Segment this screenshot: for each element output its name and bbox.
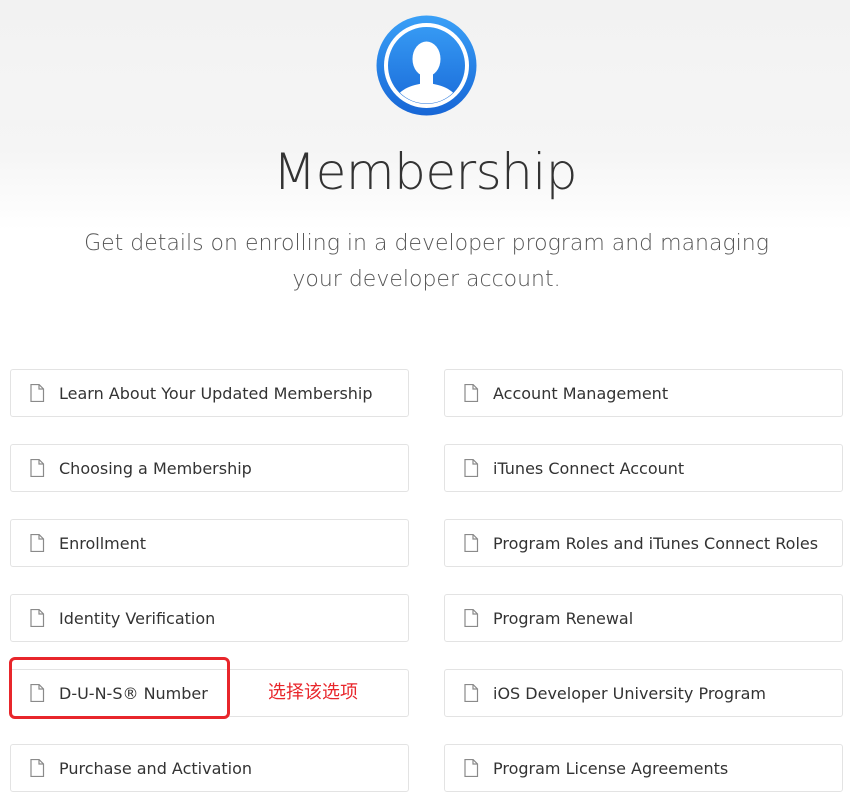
document-icon: [464, 534, 479, 552]
document-icon: [464, 684, 479, 702]
card-ios-developer-university[interactable]: iOS Developer University Program: [444, 669, 843, 717]
card-purchase-activation[interactable]: Purchase and Activation: [10, 744, 409, 792]
card-program-renewal[interactable]: Program Renewal: [444, 594, 843, 642]
card-choosing-membership[interactable]: Choosing a Membership: [10, 444, 409, 492]
card-label: iTunes Connect Account: [493, 458, 685, 478]
document-icon: [30, 609, 45, 627]
card-label: Program License Agreements: [493, 758, 729, 778]
card-label: D-U-N-S® Number: [59, 683, 208, 703]
document-icon: [464, 759, 479, 777]
card-label: Learn About Your Updated Membership: [59, 383, 373, 403]
card-learn-about-membership[interactable]: Learn About Your Updated Membership: [10, 369, 409, 417]
page-title: Membership: [272, 143, 578, 201]
document-icon: [464, 459, 479, 477]
card-program-roles[interactable]: Program Roles and iTunes Connect Roles: [444, 519, 843, 567]
document-icon: [30, 534, 45, 552]
card-label: Enrollment: [59, 533, 146, 553]
card-program-license-agreements[interactable]: Program License Agreements: [444, 744, 843, 792]
document-icon: [464, 384, 479, 402]
document-icon: [30, 459, 45, 477]
page-subtitle: Get details on enrolling in a developer …: [84, 231, 769, 292]
card-label: Purchase and Activation: [59, 758, 253, 778]
card-label: Choosing a Membership: [59, 458, 252, 478]
card-identity-verification[interactable]: Identity Verification: [10, 594, 409, 642]
document-icon: [30, 384, 45, 402]
membership-avatar-icon: [376, 15, 477, 116]
card-label: iOS Developer University Program: [493, 683, 766, 703]
card-label: Program Roles and iTunes Connect Roles: [493, 533, 819, 553]
annotation-text: 选择该选项: [268, 682, 358, 703]
card-label: Account Management: [493, 383, 669, 403]
card-account-management[interactable]: Account Management: [444, 369, 843, 417]
document-icon: [30, 684, 45, 702]
card-label: Identity Verification: [59, 608, 216, 628]
document-icon: [464, 609, 479, 627]
card-enrollment[interactable]: Enrollment: [10, 519, 409, 567]
card-label: Program Renewal: [493, 608, 634, 628]
document-icon: [30, 759, 45, 777]
card-itunes-connect-account[interactable]: iTunes Connect Account: [444, 444, 843, 492]
